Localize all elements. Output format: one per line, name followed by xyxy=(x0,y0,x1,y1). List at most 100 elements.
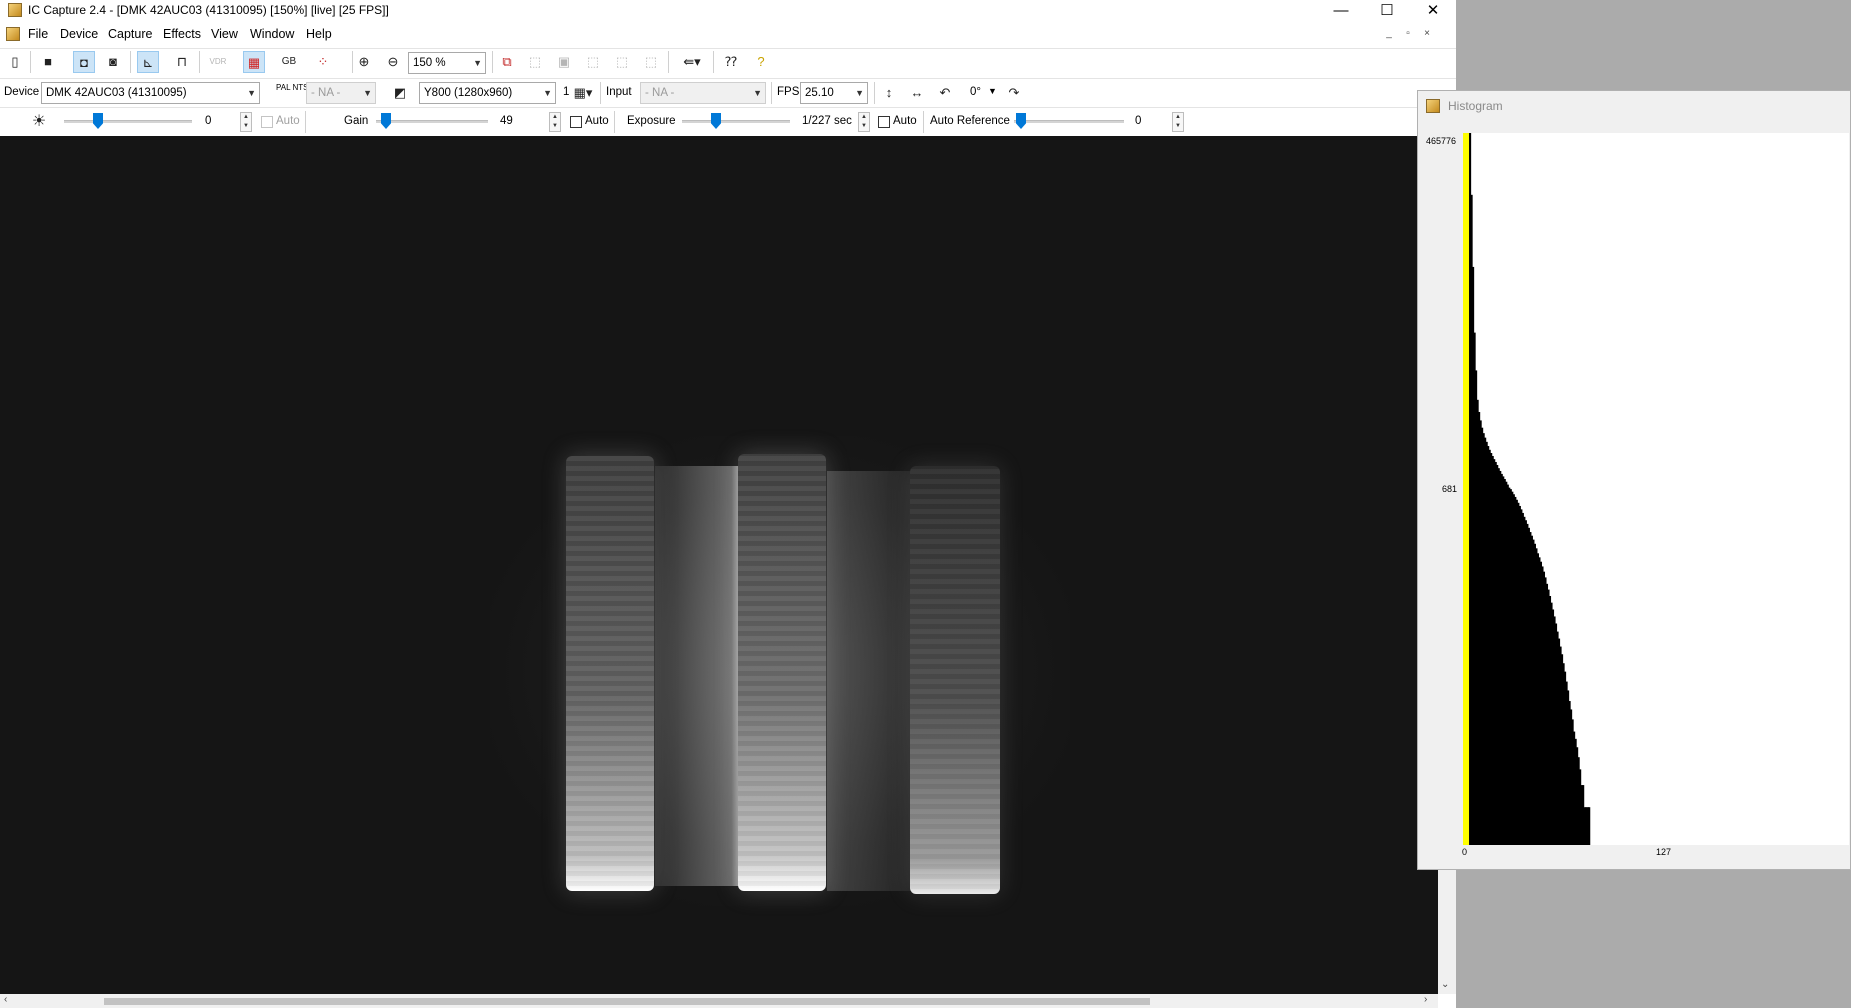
histogram-button[interactable]: ⊾ xyxy=(137,51,159,73)
filter-settings-icon[interactable]: ⬚ xyxy=(611,51,633,73)
brightness-spinner[interactable]: ▲ ▼ xyxy=(240,112,252,132)
input-select-value: - NA - xyxy=(645,87,675,99)
histogram-y-max-label: 465776 xyxy=(1426,136,1457,146)
menu-device[interactable]: Device xyxy=(60,27,98,41)
vdr-button[interactable]: VDR xyxy=(207,51,229,73)
overlay-icon[interactable]: ⬚ xyxy=(524,51,546,73)
menu-view[interactable]: View xyxy=(211,27,238,41)
scroll-right-arrow-icon[interactable]: › xyxy=(1424,994,1427,1005)
minimize-button[interactable]: — xyxy=(1318,0,1364,21)
rotation-value: 0° xyxy=(970,86,981,98)
zoom-out-icon[interactable]: ⊖ xyxy=(382,51,404,73)
chevron-down-icon: ▼ xyxy=(247,88,256,98)
mdi-minimize-button[interactable]: _ xyxy=(1380,27,1398,41)
gain-spinner[interactable]: ▲ ▼ xyxy=(549,112,561,132)
auto-reference-slider-track[interactable] xyxy=(1014,120,1124,123)
brightness-auto-label: Auto xyxy=(276,115,300,127)
property-tree-dropdown-icon[interactable]: ⇚▾ xyxy=(675,51,709,73)
record-video-icon[interactable]: ⧉ xyxy=(496,51,518,73)
auto-reference-spinner[interactable]: ▲ ▼ xyxy=(1172,112,1184,132)
toolbar-separator xyxy=(600,82,601,104)
gain-auto-checkbox[interactable] xyxy=(570,116,582,128)
histogram-y-mid-label: 681 xyxy=(1442,484,1458,494)
video-norm-label: PAL NTSC xyxy=(276,83,315,92)
zoom-select[interactable]: 150 % ▼ xyxy=(408,52,486,74)
gain-slider-thumb[interactable] xyxy=(381,113,391,129)
device-select[interactable]: DMK 42AUC03 (41310095) ▼ xyxy=(41,82,260,104)
toolbar-separator xyxy=(199,51,200,73)
exposure-spinner[interactable]: ▲ ▼ xyxy=(858,112,870,132)
exposure-slider-thumb[interactable] xyxy=(711,113,721,129)
bright-bar-2 xyxy=(738,454,826,891)
flip-vertical-icon[interactable]: ↕ xyxy=(878,82,900,104)
binning-value: 1 xyxy=(563,86,570,98)
video-format-select[interactable]: Y800 (1280x960) ▼ xyxy=(419,82,556,104)
horizontal-scroll-thumb[interactable] xyxy=(104,998,1150,1005)
scroll-down-arrow-icon[interactable]: ⌄ xyxy=(1441,979,1449,990)
toolbar-separator xyxy=(130,51,131,73)
menu-capture[interactable]: Capture xyxy=(108,27,152,41)
histogram-window[interactable]: Histogram 465776 681 0 127 xyxy=(1417,90,1851,870)
mdi-close-button[interactable]: × xyxy=(1418,27,1436,41)
device-select-value: DMK 42AUC03 (41310095) xyxy=(46,87,187,99)
toolbar-separator xyxy=(614,111,615,133)
gain-label: Gain xyxy=(344,115,369,127)
menu-effects[interactable]: Effects xyxy=(163,27,201,41)
zoom-in-icon[interactable]: ⊕ xyxy=(353,51,375,73)
histogram-x-mid-label: 127 xyxy=(1656,847,1672,857)
help-icon[interactable]: ? xyxy=(750,51,772,73)
frame-filter-icon[interactable]: ▣ xyxy=(553,51,575,73)
document-icon xyxy=(6,27,20,41)
rotate-left-icon[interactable]: ↶ xyxy=(934,82,956,104)
chevron-down-icon: ▼ xyxy=(753,88,762,98)
mdi-restore-button[interactable]: ▫ xyxy=(1399,27,1417,41)
rotation-dropdown-icon[interactable]: ▼ xyxy=(988,86,997,96)
gap-glow-1 xyxy=(655,466,740,886)
bright-bar-3 xyxy=(910,466,1000,894)
input-label: Input xyxy=(606,86,632,98)
brightness-slider-track[interactable] xyxy=(64,120,192,123)
video-norm-value: - NA - xyxy=(311,87,341,99)
new-file-icon[interactable]: ▯ xyxy=(4,51,26,73)
menu-bar: File Device Capture Effects View Window … xyxy=(0,23,1456,45)
filter-icon[interactable]: ⬚ xyxy=(582,51,604,73)
exposure-auto-label: Auto xyxy=(893,115,917,127)
filter-remove-icon[interactable]: ⬚ xyxy=(640,51,662,73)
chevron-down-icon: ▼ xyxy=(473,58,482,68)
menu-window[interactable]: Window xyxy=(250,27,294,41)
auto-reference-slider-thumb[interactable] xyxy=(1016,113,1026,129)
flip-horizontal-icon[interactable]: ↔ xyxy=(906,82,928,104)
exposure-auto-checkbox[interactable] xyxy=(878,116,890,128)
brightness-slider-thumb[interactable] xyxy=(93,113,103,129)
exposure-label: Exposure xyxy=(627,115,676,127)
histogram-window-icon xyxy=(1426,99,1440,113)
fps-select[interactable]: 25.10 ▼ xyxy=(800,82,868,104)
video-norm-select: - NA - ▼ xyxy=(306,82,376,104)
live-video-view[interactable] xyxy=(0,136,1438,994)
whats-this-help-icon[interactable]: ⁇ xyxy=(720,51,742,73)
toolbar-separator xyxy=(492,51,493,73)
snapshot-camera-icon[interactable]: ◙ xyxy=(102,51,124,73)
chevron-down-icon: ▼ xyxy=(855,88,864,98)
exposure-slider-track[interactable] xyxy=(682,120,790,123)
live-video-button[interactable]: ◘ xyxy=(73,51,95,73)
color-enhancement-button[interactable]: ▦ xyxy=(243,51,265,73)
main-toolbar: ▯ ■ ◘ ◙ ⊾ ⊓ VDR ▦ GB ⁘ ⊕ ⊖ 150 % ▼ ⧉ ⬚ ▣… xyxy=(0,48,1456,77)
pixel-format-dropdown[interactable]: ⁘ xyxy=(312,51,334,73)
toolbar-separator xyxy=(713,51,714,73)
save-icon[interactable]: ■ xyxy=(37,51,59,73)
gain-slider-track[interactable] xyxy=(376,120,488,123)
close-button[interactable]: ✕ xyxy=(1410,0,1456,21)
rotate-right-icon[interactable]: ↷ xyxy=(1003,82,1025,104)
title-bar: IC Capture 2.4 - [DMK 42AUC03 (41310095)… xyxy=(0,0,1456,21)
horizontal-scrollbar[interactable]: ‹ › xyxy=(0,994,1438,1008)
trigger-pulse-icon[interactable]: ⊓ xyxy=(171,51,193,73)
menu-help[interactable]: Help xyxy=(306,27,332,41)
chevron-down-icon: ▼ xyxy=(543,88,552,98)
brightness-sun-icon: ☀ xyxy=(31,113,47,130)
color-format-dropdown[interactable]: GB xyxy=(274,51,304,73)
binning-grid-dropdown-icon[interactable]: ▦▾ xyxy=(570,82,596,104)
scroll-left-arrow-icon[interactable]: ‹ xyxy=(4,994,7,1005)
maximize-button[interactable]: ☐ xyxy=(1364,0,1410,21)
menu-file[interactable]: File xyxy=(28,27,48,41)
